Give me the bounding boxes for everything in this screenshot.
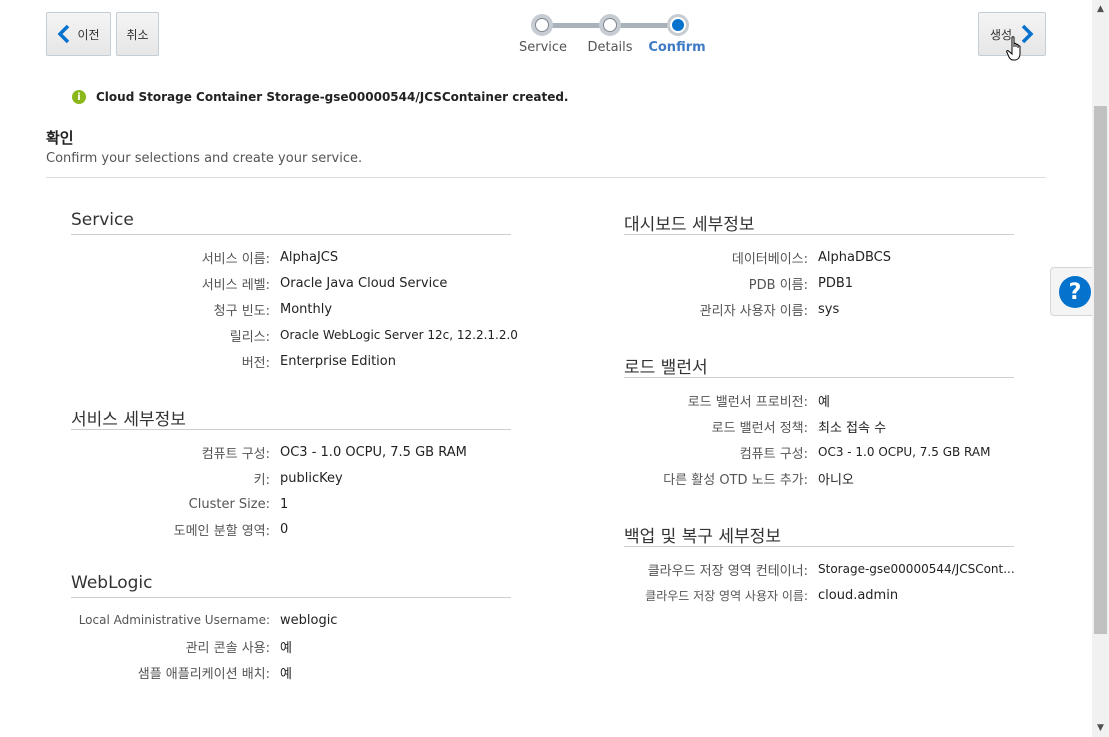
detail-label: 클라우드 저장 영역 사용자 이름: (645, 588, 808, 603)
detail-value: 0 (280, 521, 289, 537)
wizard-train: Service Details Confirm (510, 12, 720, 62)
hand-cursor-icon (1006, 36, 1021, 61)
detail-row: 서비스 이름: AlphaJCS (71, 248, 520, 267)
detail-label: 도메인 분할 영역: (173, 523, 270, 539)
section-title-weblogic: WebLogic (71, 573, 153, 593)
train-label-details[interactable]: Details (587, 40, 632, 55)
cancel-button-label: 취소 (126, 27, 149, 42)
section-rule (624, 234, 1014, 235)
detail-label: 청구 빈도: (213, 303, 270, 319)
train-stop-confirm (667, 14, 689, 36)
previous-button-label: 이전 (77, 27, 100, 42)
info-icon: i (72, 90, 86, 104)
cancel-button[interactable]: 취소 (116, 12, 159, 56)
detail-row: 릴리스: Oracle WebLogic Server 12c, 12.2.1.2… (71, 326, 520, 345)
train-stop-details[interactable] (599, 14, 621, 36)
detail-value: AlphaJCS (280, 249, 339, 265)
detail-row: 도메인 분할 영역: 0 (71, 520, 520, 539)
detail-value: PDB1 (818, 275, 854, 291)
detail-label: 샘플 애플리케이션 배치: (137, 666, 270, 682)
detail-label: 릴리스: (229, 329, 270, 345)
detail-label: 버전: (241, 355, 270, 371)
detail-value: OC3 - 1.0 OCPU, 7.5 GB RAM (280, 444, 467, 460)
section-rule (71, 234, 511, 235)
chevron-left-icon (57, 24, 70, 44)
section-rule (624, 377, 1014, 378)
detail-row: 데이터베이스: AlphaDBCS (624, 248, 1014, 267)
detail-label: Local Administrative Username: (78, 613, 270, 627)
detail-row: 관리 콘솔 사용: 예 (71, 637, 520, 656)
detail-value: Monthly (280, 301, 333, 317)
detail-row: 샘플 애플리케이션 배치: 예 (71, 663, 520, 682)
help-tab[interactable]: ? (1050, 267, 1092, 316)
detail-value: Oracle Java Cloud Service (280, 275, 448, 291)
detail-label: 관리 콘솔 사용: (185, 640, 270, 656)
detail-value: Enterprise Edition (280, 353, 396, 369)
detail-row: 버전: Enterprise Edition (71, 352, 520, 371)
detail-row: 관리자 사용자 이름: sys (624, 300, 1014, 319)
detail-value: publicKey (280, 470, 343, 486)
detail-row: 키: publicKey (71, 469, 520, 488)
scroll-down-arrow-icon[interactable]: ▼ (1093, 721, 1108, 735)
message-text: Cloud Storage Container Storage-gse00000… (96, 90, 569, 104)
detail-value: Storage-gse00000544/JCSCont... (818, 562, 1014, 576)
detail-row: 클라우드 저장 영역 사용자 이름: cloud.admin (624, 586, 1014, 604)
page-title: 확인 (46, 129, 74, 147)
section-title-load-balancer: 로드 밸런서 (624, 358, 708, 378)
detail-label: 키: (253, 472, 270, 488)
detail-value: 아니오 (818, 472, 854, 488)
detail-row: 청구 빈도: Monthly (71, 300, 520, 319)
detail-value: weblogic (280, 612, 338, 628)
detail-value: sys (818, 301, 840, 317)
section-rule (71, 429, 511, 430)
divider (46, 177, 1046, 178)
section-title-backup: 백업 및 복구 세부정보 (624, 527, 781, 547)
confirmation-message: i Cloud Storage Container Storage-gse000… (72, 90, 568, 104)
detail-row: 로드 밸런서 정책: 최소 접속 수 (624, 417, 1014, 436)
section-rule (71, 597, 511, 598)
detail-row: Local Administrative Username: weblogic (71, 611, 520, 629)
detail-label: Cluster Size: (188, 496, 270, 512)
detail-value: Oracle WebLogic Server 12c, 12.2.1.2.0 (280, 328, 518, 342)
detail-row: PDB 이름: PDB1 (624, 274, 1014, 293)
section-title-dashboard: 대시보드 세부정보 (624, 215, 755, 235)
scrollbar-thumb[interactable] (1094, 106, 1107, 634)
detail-row: 다른 활성 OTD 노드 추가: 아니오 (624, 469, 1014, 488)
detail-label: PDB 이름: (748, 277, 808, 293)
detail-label: 서비스 이름: (201, 251, 270, 267)
detail-label: 로드 밸런서 프로비전: (687, 394, 808, 410)
section-title-service-details: 서비스 세부정보 (71, 410, 186, 430)
help-icon[interactable]: ? (1059, 276, 1091, 308)
detail-label: 컴퓨트 구성: (201, 446, 270, 462)
detail-label: 클라우드 저장 영역 컨테이너: (647, 563, 808, 579)
detail-label: 관리자 사용자 이름: (699, 303, 808, 319)
detail-value: 1 (280, 496, 289, 512)
train-label-service[interactable]: Service (519, 40, 567, 55)
detail-label: 다른 활성 OTD 노드 추가: (663, 472, 808, 488)
detail-value: AlphaDBCS (818, 249, 891, 265)
detail-value: 예 (818, 394, 830, 410)
detail-row: 컴퓨트 구성: OC3 - 1.0 OCPU, 7.5 GB RAM (624, 443, 1014, 462)
detail-row: 클라우드 저장 영역 컨테이너: Storage-gse00000544/JCSC… (624, 560, 1014, 579)
detail-label: 서비스 레벨: (201, 277, 270, 293)
previous-button[interactable]: 이전 (46, 12, 111, 56)
section-title-service: Service (71, 210, 134, 230)
detail-label: 로드 밸런서 정책: (711, 420, 808, 436)
detail-value: 예 (280, 640, 292, 656)
detail-value: cloud.admin (818, 587, 899, 603)
section-rule (624, 546, 1014, 547)
detail-label: 데이터베이스: (731, 251, 808, 267)
detail-value: 예 (280, 666, 292, 682)
train-label-confirm: Confirm (648, 40, 706, 55)
detail-row: 컴퓨트 구성: OC3 - 1.0 OCPU, 7.5 GB RAM (71, 443, 520, 462)
detail-value: OC3 - 1.0 OCPU, 7.5 GB RAM (818, 445, 991, 459)
detail-row: Cluster Size: 1 (71, 495, 520, 513)
scroll-up-arrow-icon[interactable]: ▲ (1093, 2, 1108, 16)
detail-row: 로드 밸런서 프로비전: 예 (624, 391, 1014, 410)
page-subtitle: Confirm your selections and create your … (46, 151, 363, 166)
train-stop-service[interactable] (531, 14, 553, 36)
detail-label: 컴퓨트 구성: (739, 446, 808, 462)
detail-value: 최소 접속 수 (818, 420, 887, 436)
detail-row: 서비스 레벨: Oracle Java Cloud Service (71, 274, 520, 293)
